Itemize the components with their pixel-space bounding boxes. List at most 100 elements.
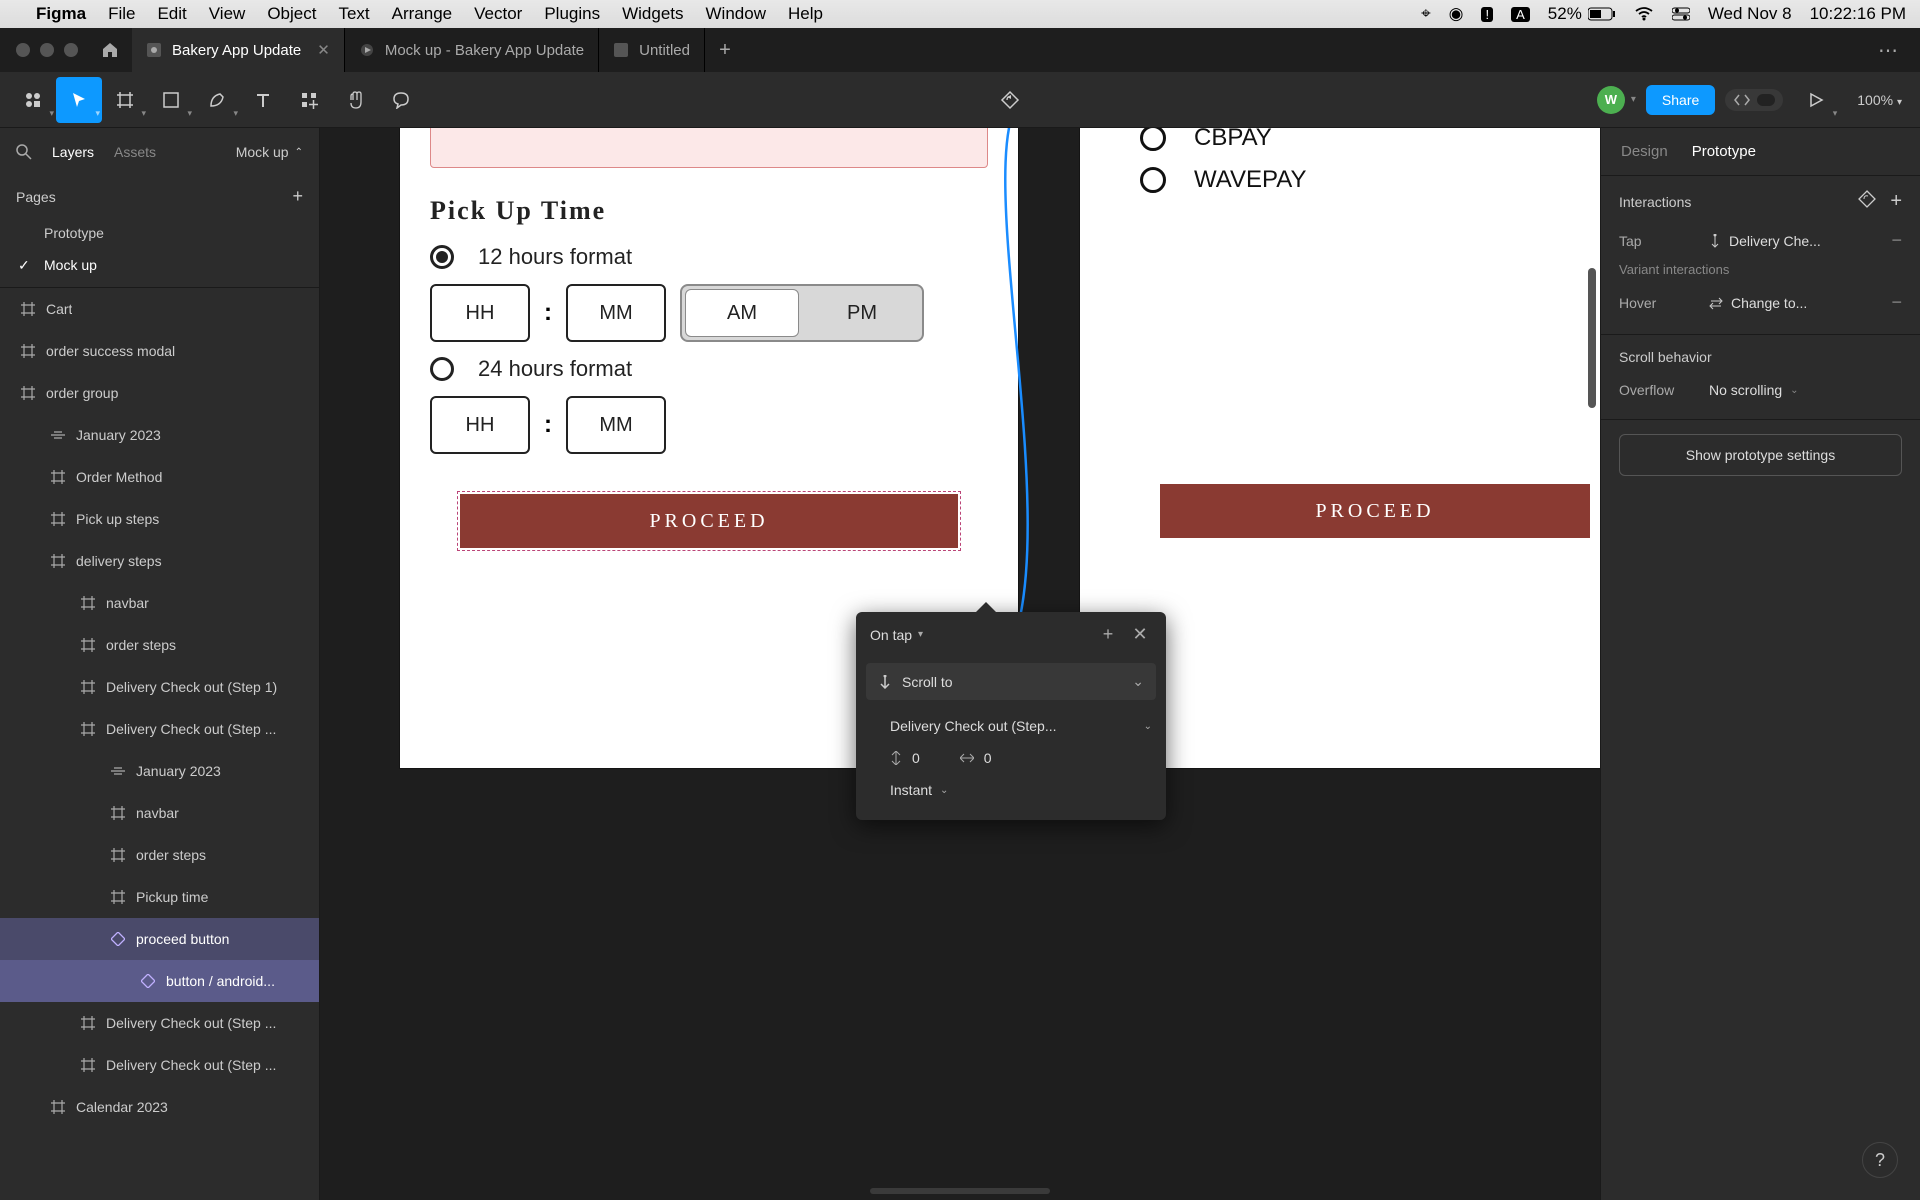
layer-row[interactable]: January 2023 (0, 750, 319, 792)
close-window-icon[interactable] (16, 43, 30, 57)
popup-target-select[interactable]: Delivery Check out (Step... ⌄ (890, 710, 1152, 742)
menubar-wifi-icon[interactable] (1634, 7, 1654, 21)
resources-tool[interactable] (286, 77, 332, 123)
text-tool[interactable] (240, 77, 286, 123)
layers-tab[interactable]: Layers (52, 144, 94, 160)
menubar-record-icon[interactable]: ◉ (1449, 4, 1464, 24)
menubar-edit[interactable]: Edit (157, 4, 186, 24)
window-controls[interactable] (8, 43, 88, 57)
popup-offset-x[interactable]: 0 (960, 750, 992, 766)
pm-button[interactable]: PM (802, 286, 922, 340)
tab-close-icon[interactable]: ✕ (317, 41, 330, 59)
minute-input[interactable]: MM (566, 284, 666, 342)
minute-input-24[interactable]: MM (566, 396, 666, 454)
maximize-window-icon[interactable] (64, 43, 78, 57)
layer-row[interactable]: Delivery Check out (Step ... (0, 708, 319, 750)
am-button[interactable]: AM (685, 289, 799, 337)
pen-tool[interactable]: ▾ (194, 77, 240, 123)
layer-row[interactable]: Order Method (0, 456, 319, 498)
canvas-scrollbar[interactable] (1588, 268, 1596, 408)
layer-row[interactable]: Calendar 2023 (0, 1086, 319, 1128)
show-prototype-settings-button[interactable]: Show prototype settings (1619, 434, 1902, 476)
new-tab-button[interactable]: + (705, 39, 745, 62)
layer-row[interactable]: order steps (0, 834, 319, 876)
overflow-select[interactable]: No scrolling ⌄ (1709, 382, 1902, 398)
popup-action-select[interactable]: Scroll to ⌄ (866, 663, 1156, 700)
menubar-a-icon[interactable]: A (1511, 7, 1530, 22)
menubar-alert-icon[interactable]: ! (1481, 7, 1493, 22)
user-avatar[interactable]: W (1597, 86, 1625, 114)
prototype-tab[interactable]: Prototype (1692, 143, 1756, 160)
remove-interactions-icon[interactable] (1858, 190, 1876, 213)
main-menu-button[interactable]: ▾ (10, 77, 56, 123)
menubar-widgets[interactable]: Widgets (622, 4, 683, 24)
menubar-window[interactable]: Window (706, 4, 766, 24)
assets-tab[interactable]: Assets (114, 144, 156, 160)
menubar-time[interactable]: 10:22:16 PM (1810, 4, 1906, 24)
page-item-prototype[interactable]: Prototype (0, 217, 319, 249)
radio-12h[interactable]: 12 hours format (430, 244, 988, 270)
tab-untitled[interactable]: Untitled (599, 28, 705, 72)
menubar-help[interactable]: Help (788, 4, 823, 24)
add-interaction-button[interactable]: + (1890, 190, 1902, 213)
tab-mockup-bakery[interactable]: Mock up - Bakery App Update (345, 28, 599, 72)
menubar-arrange[interactable]: Arrange (392, 4, 452, 24)
menubar-view[interactable]: View (209, 4, 246, 24)
add-page-button[interactable]: + (292, 186, 303, 207)
design-tab[interactable]: Design (1621, 143, 1668, 160)
popup-offset-y[interactable]: 0 (890, 750, 920, 766)
menubar-battery[interactable]: 52% (1548, 4, 1616, 24)
payment-option-cbpay[interactable]: CBPAY (1140, 128, 1600, 152)
layer-row[interactable]: order group (0, 372, 319, 414)
minimize-window-icon[interactable] (40, 43, 54, 57)
page-dropdown[interactable]: Mock up ⌃ (236, 144, 303, 160)
layer-row[interactable]: Pickup time (0, 876, 319, 918)
layer-row[interactable]: order success modal (0, 330, 319, 372)
search-icon[interactable] (16, 144, 32, 160)
proceed-button-selected[interactable]: PROCEED (460, 494, 958, 548)
share-button[interactable]: Share (1646, 85, 1715, 115)
ampm-toggle[interactable]: AM PM (680, 284, 924, 342)
zoom-level[interactable]: 100% ▾ (1849, 92, 1910, 108)
dev-mode-toggle[interactable] (1725, 89, 1783, 111)
menubar-date[interactable]: Wed Nov 8 (1708, 4, 1792, 24)
menubar-object[interactable]: Object (267, 4, 316, 24)
remove-variant-interaction-button[interactable]: − (1891, 292, 1902, 313)
tabbar-overflow-menu[interactable]: ⋯ (1864, 38, 1912, 63)
remove-interaction-button[interactable]: − (1891, 230, 1902, 251)
variant-interaction-row[interactable]: Hover Change to... − (1619, 285, 1902, 320)
frame-tool[interactable]: ▾ (102, 77, 148, 123)
layer-row[interactable]: order steps (0, 624, 319, 666)
present-button[interactable]: ▾ (1793, 77, 1839, 123)
move-tool[interactable]: ▾ (56, 77, 102, 123)
layer-row[interactable]: Delivery Check out (Step ... (0, 1002, 319, 1044)
layer-row[interactable]: navbar (0, 792, 319, 834)
menubar-text[interactable]: Text (338, 4, 369, 24)
help-button[interactable]: ? (1862, 1142, 1898, 1178)
layer-row[interactable]: navbar (0, 582, 319, 624)
reset-prototype-icon[interactable] (987, 77, 1033, 123)
popup-close-button[interactable]: ✕ (1128, 624, 1152, 645)
popup-add-button[interactable]: + (1096, 624, 1120, 645)
layer-row[interactable]: Pick up steps (0, 498, 319, 540)
popup-animation-select[interactable]: Instant ⌄ (890, 774, 1152, 806)
page-item-mockup[interactable]: Mock up (0, 249, 319, 281)
radio-24h[interactable]: 24 hours format (430, 356, 988, 382)
menubar-figma-icon[interactable]: ⌖ (1421, 4, 1431, 24)
layer-row[interactable]: Delivery Check out (Step ... (0, 1044, 319, 1086)
hour-input-24[interactable]: HH (430, 396, 530, 454)
shape-tool[interactable]: ▾ (148, 77, 194, 123)
canvas[interactable]: 30 31 1 2 3 4 5 Pick Up Time 12 hours fo… (320, 128, 1600, 1200)
interaction-row-tap[interactable]: Tap Delivery Che... − (1619, 223, 1902, 258)
layer-row[interactable]: Delivery Check out (Step 1) (0, 666, 319, 708)
layer-row[interactable]: Cart (0, 288, 319, 330)
calendar-widget[interactable]: 30 31 1 2 3 4 5 (430, 128, 988, 168)
menubar-file[interactable]: File (108, 4, 135, 24)
menubar-control-center-icon[interactable] (1672, 7, 1690, 21)
avatar-chevron-icon[interactable]: ▾ (1631, 94, 1636, 105)
popup-title[interactable]: On tap ▾ (870, 627, 1088, 643)
layer-row[interactable]: button / android... (0, 960, 319, 1002)
tab-bakery-app-update[interactable]: Bakery App Update ✕ (132, 28, 345, 72)
layer-row[interactable]: January 2023 (0, 414, 319, 456)
home-tab[interactable] (88, 28, 132, 72)
